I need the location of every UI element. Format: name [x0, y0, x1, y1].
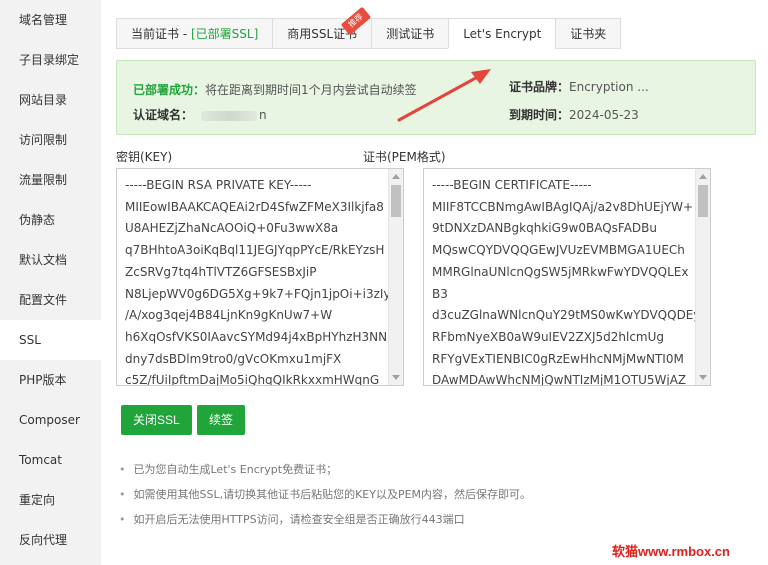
- tab-current-cert[interactable]: 当前证书 - [已部署SSL]: [116, 18, 273, 49]
- cert-line: RFYgVExTIENBIC0gRzEwHhcNMjMwNTI0M: [432, 351, 684, 366]
- key-line: q7BHhtoA3oiKqBql11JEGJYqpPYcE/RkEYzsH: [125, 243, 385, 258]
- key-content: -----BEGIN RSA PRIVATE KEY----- MIIEowIB…: [117, 169, 403, 386]
- sidebar-item-default-doc[interactable]: 默认文档: [0, 240, 101, 280]
- key-line: /A/xog3qej4B84LjnKn9gKnUw7+W: [125, 308, 333, 323]
- cert-content: -----BEGIN CERTIFICATE----- MIIF8TCCBNmg…: [424, 169, 710, 386]
- sidebar-item-subdir[interactable]: 子目录绑定: [0, 40, 101, 80]
- cert-line: -----BEGIN CERTIFICATE-----: [432, 178, 592, 192]
- key-line: h6XqOsfVKS0IAavcSYMd94j4xBpHYhzH3NN: [125, 329, 388, 344]
- key-line: MIIEowIBAAKCAQEAi2rD4SfwZFMeX3Ilkjfa8: [125, 199, 384, 214]
- domain-label: 认证域名：: [133, 108, 194, 122]
- sidebar-item-access-limit[interactable]: 访问限制: [0, 120, 101, 160]
- key-line: -----BEGIN RSA PRIVATE KEY-----: [125, 178, 312, 192]
- deployed-label: 已部署成功：: [133, 83, 206, 97]
- domain-suffix: n: [259, 108, 267, 122]
- scroll-thumb[interactable]: [698, 185, 708, 217]
- close-ssl-button[interactable]: 关闭SSL: [121, 405, 192, 435]
- sidebar-item-composer[interactable]: Composer: [0, 400, 101, 440]
- scroll-up-icon[interactable]: [392, 174, 400, 179]
- scroll-down-icon[interactable]: [392, 375, 400, 380]
- key-line: U8AHEZjZhaNcAOOiQ+0Fu3wwX8a: [125, 221, 339, 236]
- note-item: 如需使用其他SSL,请切换其他证书后粘贴您的KEY以及PEM内容，然后保存即可。: [119, 486, 532, 511]
- tab-test-cert[interactable]: 测试证书: [371, 18, 449, 49]
- scroll-thumb[interactable]: [391, 185, 401, 217]
- sidebar-item-domain[interactable]: 域名管理: [0, 0, 101, 40]
- key-scrollbar[interactable]: [388, 169, 403, 385]
- annotation-arrow-icon: [397, 69, 491, 122]
- tab-current-cert-label: 当前证书 -: [131, 27, 191, 41]
- cert-line: 9tDNXzDANBgkqhkiG9w0BAQsFADBu: [432, 221, 657, 236]
- cert-line: B3: [432, 286, 448, 301]
- help-notes: 已为您自动生成Let's Encrypt免费证书； 如需使用其他SSL,请切换其…: [119, 461, 532, 536]
- blurred-domain: [201, 110, 258, 121]
- expire-label: 到期时间：: [509, 108, 570, 122]
- cert-line: RFbmNyeXB0aW9uIEV2ZXJ5d2hlcmUg: [432, 329, 665, 344]
- key-line: N8LjepWV0g6DG5Xg+9k7+FQjn1jpOi+i3zIy: [125, 286, 391, 301]
- key-label: 密钥(KEY): [116, 150, 173, 164]
- sidebar-item-traffic-limit[interactable]: 流量限制: [0, 160, 101, 200]
- sidebar: 域名管理 子目录绑定 网站目录 访问限制 流量限制 伪静态 默认文档 配置文件 …: [0, 0, 101, 565]
- domain-row: 认证域名： n: [133, 106, 267, 123]
- sidebar-item-reverse-proxy[interactable]: 反向代理: [0, 520, 101, 560]
- note-item: 如开启后无法使用HTTPS访问，请检查安全组是否正确放行443端口: [119, 511, 531, 536]
- renew-button[interactable]: 续签: [197, 405, 246, 435]
- cert-line: DAwMDAwWhcNMjQwNTIzMjM1OTU5WjAZ: [432, 373, 687, 386]
- key-line: dny7dsBDlm9tro0/gVcOKmxu1mjFX: [125, 351, 342, 366]
- cert-line: d3cuZGlnaWNlcnQuY29tMS0wKwYDVQQDEy: [432, 308, 701, 323]
- sidebar-item-redirect[interactable]: 重定向: [0, 480, 101, 520]
- note-item: 已为您自动生成Let's Encrypt免费证书；: [119, 461, 531, 486]
- scroll-down-icon[interactable]: [699, 375, 707, 380]
- cert-scrollbar[interactable]: [695, 169, 710, 385]
- key-textarea[interactable]: -----BEGIN RSA PRIVATE KEY----- MIIEowIB…: [116, 168, 404, 386]
- brand-row: 证书品牌：Encryption ...: [509, 78, 649, 95]
- tab-letsencrypt[interactable]: Let's Encrypt: [448, 18, 556, 49]
- ssl-panel: 当前证书 - [已部署SSL] 商用SSL证书 测试证书 Let's Encry…: [101, 0, 768, 565]
- sidebar-item-rewrite[interactable]: 伪静态: [0, 200, 101, 240]
- deployed-status: 已部署成功：将在距离到期时间1个月内尝试自动续签: [133, 81, 417, 98]
- key-line: ZcSRVg7tq4hTlVTZ6GFSESBxJiP: [125, 264, 317, 279]
- sidebar-item-config[interactable]: 配置文件: [0, 280, 101, 320]
- deployed-text: 将在距离到期时间1个月内尝试自动续签: [205, 83, 417, 97]
- cert-line: MQswCQYDVQQGEwJVUzEVMBMGA1UECh: [432, 243, 685, 258]
- expire-value: 2024-05-23: [569, 108, 639, 122]
- tab-current-cert-status: [已部署SSL]: [190, 27, 259, 41]
- watermark: 软猫www.rmbox.cn: [612, 544, 730, 559]
- brand-value: Encryption ...: [569, 80, 649, 94]
- tab-cert-folder[interactable]: 证书夹: [555, 18, 622, 49]
- sidebar-item-tomcat[interactable]: Tomcat: [0, 440, 101, 480]
- cert-label: 证书(PEM格式): [363, 150, 446, 164]
- scroll-up-icon[interactable]: [699, 174, 707, 179]
- sidebar-item-ssl[interactable]: SSL: [0, 320, 101, 360]
- sidebar-item-php[interactable]: PHP版本: [0, 360, 101, 400]
- cert-line: MIIF8TCCBNmgAwIBAgIQAj/a2v8DhUEjYW+: [432, 199, 694, 214]
- ssl-tabs: 当前证书 - [已部署SSL] 商用SSL证书 测试证书 Let's Encry…: [116, 18, 622, 49]
- cert-line: MMRGlnaUNlcnQgSW5jMRkwFwYDVQQLEx: [432, 264, 689, 279]
- sidebar-item-site-dir[interactable]: 网站目录: [0, 80, 101, 120]
- key-line: c5Z/fUiIpftmDajMo5iQhqQIkRkxxmHWqnG: [125, 373, 380, 386]
- brand-label: 证书品牌：: [509, 80, 570, 94]
- cert-textarea[interactable]: -----BEGIN CERTIFICATE----- MIIF8TCCBNmg…: [423, 168, 711, 386]
- expire-row: 到期时间：2024-05-23: [509, 106, 639, 123]
